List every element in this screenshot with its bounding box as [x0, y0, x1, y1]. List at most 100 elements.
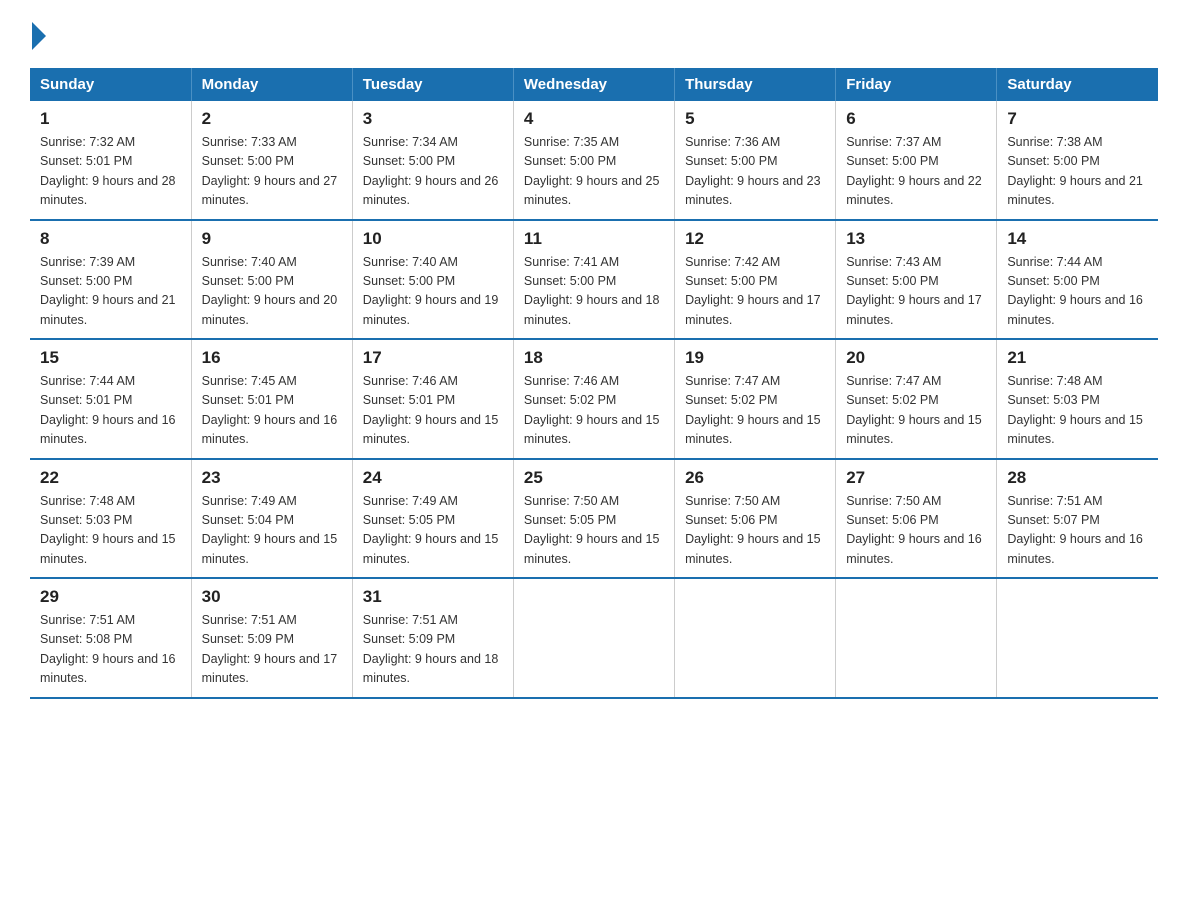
- calendar-cell: 4 Sunrise: 7:35 AMSunset: 5:00 PMDayligh…: [513, 101, 674, 220]
- day-info: Sunrise: 7:51 AMSunset: 5:09 PMDaylight:…: [363, 613, 499, 685]
- day-number: 16: [202, 348, 342, 368]
- calendar-cell: 11 Sunrise: 7:41 AMSunset: 5:00 PMDaylig…: [513, 220, 674, 340]
- day-number: 24: [363, 468, 503, 488]
- calendar-cell: 21 Sunrise: 7:48 AMSunset: 5:03 PMDaylig…: [997, 339, 1158, 459]
- day-info: Sunrise: 7:45 AMSunset: 5:01 PMDaylight:…: [202, 374, 338, 446]
- day-info: Sunrise: 7:48 AMSunset: 5:03 PMDaylight:…: [40, 494, 176, 566]
- day-info: Sunrise: 7:50 AMSunset: 5:05 PMDaylight:…: [524, 494, 660, 566]
- calendar-cell: 3 Sunrise: 7:34 AMSunset: 5:00 PMDayligh…: [352, 101, 513, 220]
- day-info: Sunrise: 7:40 AMSunset: 5:00 PMDaylight:…: [202, 255, 338, 327]
- calendar-week-row: 8 Sunrise: 7:39 AMSunset: 5:00 PMDayligh…: [30, 220, 1158, 340]
- calendar-cell: [675, 578, 836, 698]
- calendar-cell: 13 Sunrise: 7:43 AMSunset: 5:00 PMDaylig…: [836, 220, 997, 340]
- day-number: 29: [40, 587, 181, 607]
- calendar-cell: 27 Sunrise: 7:50 AMSunset: 5:06 PMDaylig…: [836, 459, 997, 579]
- day-info: Sunrise: 7:38 AMSunset: 5:00 PMDaylight:…: [1007, 135, 1143, 207]
- day-info: Sunrise: 7:48 AMSunset: 5:03 PMDaylight:…: [1007, 374, 1143, 446]
- day-info: Sunrise: 7:41 AMSunset: 5:00 PMDaylight:…: [524, 255, 660, 327]
- calendar-cell: 18 Sunrise: 7:46 AMSunset: 5:02 PMDaylig…: [513, 339, 674, 459]
- calendar-cell: 26 Sunrise: 7:50 AMSunset: 5:06 PMDaylig…: [675, 459, 836, 579]
- day-number: 15: [40, 348, 181, 368]
- day-info: Sunrise: 7:49 AMSunset: 5:05 PMDaylight:…: [363, 494, 499, 566]
- calendar-cell: 14 Sunrise: 7:44 AMSunset: 5:00 PMDaylig…: [997, 220, 1158, 340]
- day-info: Sunrise: 7:32 AMSunset: 5:01 PMDaylight:…: [40, 135, 176, 207]
- day-info: Sunrise: 7:51 AMSunset: 5:07 PMDaylight:…: [1007, 494, 1143, 566]
- day-number: 27: [846, 468, 986, 488]
- day-info: Sunrise: 7:46 AMSunset: 5:02 PMDaylight:…: [524, 374, 660, 446]
- day-info: Sunrise: 7:49 AMSunset: 5:04 PMDaylight:…: [202, 494, 338, 566]
- day-info: Sunrise: 7:47 AMSunset: 5:02 PMDaylight:…: [846, 374, 982, 446]
- day-number: 18: [524, 348, 664, 368]
- day-info: Sunrise: 7:34 AMSunset: 5:00 PMDaylight:…: [363, 135, 499, 207]
- calendar-cell: [997, 578, 1158, 698]
- day-number: 8: [40, 229, 181, 249]
- day-number: 3: [363, 109, 503, 129]
- calendar-cell: [836, 578, 997, 698]
- day-info: Sunrise: 7:39 AMSunset: 5:00 PMDaylight:…: [40, 255, 176, 327]
- calendar-cell: 12 Sunrise: 7:42 AMSunset: 5:00 PMDaylig…: [675, 220, 836, 340]
- day-number: 22: [40, 468, 181, 488]
- calendar-week-row: 22 Sunrise: 7:48 AMSunset: 5:03 PMDaylig…: [30, 459, 1158, 579]
- column-header-saturday: Saturday: [997, 68, 1158, 101]
- calendar-cell: 22 Sunrise: 7:48 AMSunset: 5:03 PMDaylig…: [30, 459, 191, 579]
- day-info: Sunrise: 7:50 AMSunset: 5:06 PMDaylight:…: [685, 494, 821, 566]
- day-number: 9: [202, 229, 342, 249]
- column-header-thursday: Thursday: [675, 68, 836, 101]
- day-number: 4: [524, 109, 664, 129]
- logo-arrow-icon: [32, 22, 46, 50]
- day-info: Sunrise: 7:44 AMSunset: 5:00 PMDaylight:…: [1007, 255, 1143, 327]
- page-header: [30, 20, 1158, 50]
- calendar-cell: 30 Sunrise: 7:51 AMSunset: 5:09 PMDaylig…: [191, 578, 352, 698]
- column-header-wednesday: Wednesday: [513, 68, 674, 101]
- day-info: Sunrise: 7:51 AMSunset: 5:08 PMDaylight:…: [40, 613, 176, 685]
- column-header-friday: Friday: [836, 68, 997, 101]
- day-number: 10: [363, 229, 503, 249]
- calendar-cell: 16 Sunrise: 7:45 AMSunset: 5:01 PMDaylig…: [191, 339, 352, 459]
- calendar-header-row: SundayMondayTuesdayWednesdayThursdayFrid…: [30, 68, 1158, 101]
- day-info: Sunrise: 7:47 AMSunset: 5:02 PMDaylight:…: [685, 374, 821, 446]
- day-info: Sunrise: 7:44 AMSunset: 5:01 PMDaylight:…: [40, 374, 176, 446]
- day-info: Sunrise: 7:46 AMSunset: 5:01 PMDaylight:…: [363, 374, 499, 446]
- calendar-table: SundayMondayTuesdayWednesdayThursdayFrid…: [30, 68, 1158, 699]
- day-info: Sunrise: 7:37 AMSunset: 5:00 PMDaylight:…: [846, 135, 982, 207]
- day-number: 26: [685, 468, 825, 488]
- calendar-cell: 2 Sunrise: 7:33 AMSunset: 5:00 PMDayligh…: [191, 101, 352, 220]
- day-number: 31: [363, 587, 503, 607]
- day-number: 1: [40, 109, 181, 129]
- calendar-cell: 25 Sunrise: 7:50 AMSunset: 5:05 PMDaylig…: [513, 459, 674, 579]
- day-number: 20: [846, 348, 986, 368]
- day-info: Sunrise: 7:42 AMSunset: 5:00 PMDaylight:…: [685, 255, 821, 327]
- day-info: Sunrise: 7:51 AMSunset: 5:09 PMDaylight:…: [202, 613, 338, 685]
- calendar-week-row: 29 Sunrise: 7:51 AMSunset: 5:08 PMDaylig…: [30, 578, 1158, 698]
- day-info: Sunrise: 7:36 AMSunset: 5:00 PMDaylight:…: [685, 135, 821, 207]
- calendar-cell: 20 Sunrise: 7:47 AMSunset: 5:02 PMDaylig…: [836, 339, 997, 459]
- logo: [30, 20, 46, 50]
- calendar-cell: 24 Sunrise: 7:49 AMSunset: 5:05 PMDaylig…: [352, 459, 513, 579]
- calendar-cell: 29 Sunrise: 7:51 AMSunset: 5:08 PMDaylig…: [30, 578, 191, 698]
- calendar-cell: 28 Sunrise: 7:51 AMSunset: 5:07 PMDaylig…: [997, 459, 1158, 579]
- day-info: Sunrise: 7:40 AMSunset: 5:00 PMDaylight:…: [363, 255, 499, 327]
- day-number: 6: [846, 109, 986, 129]
- calendar-cell: 7 Sunrise: 7:38 AMSunset: 5:00 PMDayligh…: [997, 101, 1158, 220]
- day-number: 23: [202, 468, 342, 488]
- column-header-tuesday: Tuesday: [352, 68, 513, 101]
- day-number: 5: [685, 109, 825, 129]
- calendar-cell: 23 Sunrise: 7:49 AMSunset: 5:04 PMDaylig…: [191, 459, 352, 579]
- day-number: 17: [363, 348, 503, 368]
- calendar-week-row: 1 Sunrise: 7:32 AMSunset: 5:01 PMDayligh…: [30, 101, 1158, 220]
- calendar-cell: 5 Sunrise: 7:36 AMSunset: 5:00 PMDayligh…: [675, 101, 836, 220]
- calendar-cell: [513, 578, 674, 698]
- calendar-cell: 17 Sunrise: 7:46 AMSunset: 5:01 PMDaylig…: [352, 339, 513, 459]
- day-number: 12: [685, 229, 825, 249]
- day-number: 7: [1007, 109, 1148, 129]
- day-info: Sunrise: 7:43 AMSunset: 5:00 PMDaylight:…: [846, 255, 982, 327]
- day-number: 14: [1007, 229, 1148, 249]
- column-header-sunday: Sunday: [30, 68, 191, 101]
- day-info: Sunrise: 7:50 AMSunset: 5:06 PMDaylight:…: [846, 494, 982, 566]
- day-number: 30: [202, 587, 342, 607]
- calendar-cell: 1 Sunrise: 7:32 AMSunset: 5:01 PMDayligh…: [30, 101, 191, 220]
- calendar-week-row: 15 Sunrise: 7:44 AMSunset: 5:01 PMDaylig…: [30, 339, 1158, 459]
- day-number: 2: [202, 109, 342, 129]
- calendar-cell: 9 Sunrise: 7:40 AMSunset: 5:00 PMDayligh…: [191, 220, 352, 340]
- calendar-cell: 10 Sunrise: 7:40 AMSunset: 5:00 PMDaylig…: [352, 220, 513, 340]
